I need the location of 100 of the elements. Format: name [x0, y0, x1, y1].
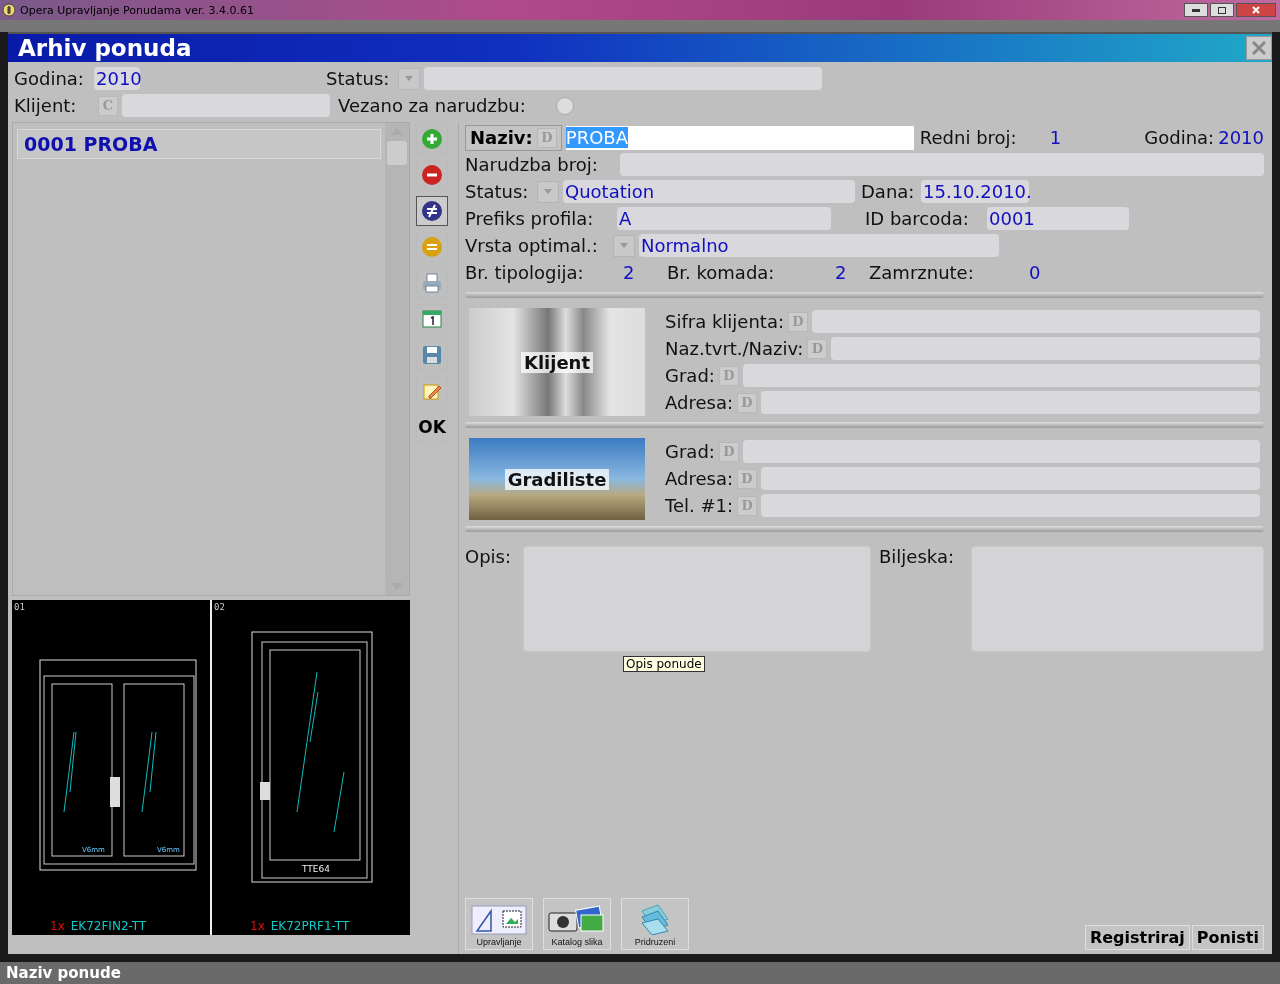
print-button[interactable]	[416, 268, 448, 298]
text-field[interactable]	[742, 440, 1260, 463]
year-label: Godina:	[1144, 127, 1215, 148]
offer-list-item[interactable]: 0001 PROBA	[17, 129, 381, 159]
profile-label: TTE64	[302, 864, 330, 874]
linked-order-label: Vezano za narudzbu:	[338, 95, 526, 116]
remove-button[interactable]	[416, 160, 448, 190]
close-icon	[1252, 6, 1260, 14]
piece-count-value: 2	[835, 262, 848, 283]
barcode-field[interactable]: 0001	[987, 207, 1129, 230]
photo-placeholder[interactable]: Klijent	[469, 308, 645, 416]
attached-button[interactable]: Pridruzeni	[621, 898, 689, 950]
name-label: Naziv:	[470, 127, 533, 148]
optimization-field[interactable]: Normalno	[639, 234, 999, 257]
text-field[interactable]	[761, 494, 1260, 517]
selected-text: PROBA	[565, 127, 628, 148]
preview-number: 01	[13, 601, 26, 612]
maximize-button[interactable]	[1210, 3, 1234, 17]
status-text: Naziv ponude	[6, 964, 121, 982]
year-value: 2010	[1218, 127, 1264, 148]
typology-count-label: Br. tipologija:	[465, 262, 585, 283]
client-field[interactable]	[122, 94, 330, 117]
equal-icon	[421, 236, 443, 258]
text-field[interactable]	[812, 310, 1260, 333]
date-label: Dana:	[861, 181, 916, 202]
field-label: Naz.tvrt./Naziv:	[665, 338, 804, 359]
minimize-icon	[1192, 8, 1200, 12]
field-label: Adresa:	[665, 468, 733, 489]
plus-icon	[421, 128, 443, 150]
product-code: EK72FIN2-TT	[70, 919, 147, 933]
save-button[interactable]	[416, 340, 448, 370]
minus-icon	[421, 164, 443, 186]
order-field[interactable]	[620, 153, 1264, 176]
text-field[interactable]	[742, 364, 1260, 387]
field-label: Grad:	[665, 365, 715, 386]
frozen-value: 0	[1029, 262, 1041, 283]
calendar-icon	[421, 308, 443, 330]
status-label: Status:	[326, 68, 391, 89]
order-number-label: Redni broj:	[919, 127, 1018, 148]
dropdown-button[interactable]	[398, 67, 420, 90]
add-button[interactable]	[416, 124, 448, 154]
catalog-button[interactable]: Katalog slika	[543, 898, 611, 950]
year-field[interactable]: 2010	[94, 67, 140, 90]
ok-button[interactable]: OK	[416, 412, 448, 442]
not-equal-icon	[421, 200, 443, 222]
image-caption: Gradiliste	[504, 468, 610, 490]
barcode-label: ID barcoda:	[865, 208, 970, 229]
preview-number: 02	[213, 601, 226, 612]
text-field[interactable]	[831, 337, 1260, 360]
order-number-value: 1	[1049, 127, 1062, 148]
status-field[interactable]	[424, 67, 822, 90]
date-field[interactable]: 15.10.2010.	[921, 180, 1029, 203]
frozen-label: Zamrznute:	[869, 262, 975, 283]
profile-prefix-field[interactable]: A	[617, 207, 831, 230]
calendar-button[interactable]	[416, 304, 448, 334]
image-caption: Klijent	[520, 351, 594, 373]
documents-icon	[638, 903, 672, 935]
caret-icon	[544, 189, 552, 194]
text-field[interactable]	[761, 467, 1260, 490]
dropdown-button[interactable]	[537, 180, 559, 203]
close-button[interactable]	[1236, 3, 1276, 17]
maximize-icon	[1218, 6, 1226, 14]
status-label: Status:	[465, 181, 530, 202]
quantity-label: 1x	[250, 919, 265, 933]
typology-count-value: 2	[623, 262, 636, 283]
field-label: Grad:	[665, 441, 715, 462]
not-equal-button[interactable]	[416, 196, 448, 226]
save-icon	[421, 344, 443, 366]
linked-order-radio[interactable]	[555, 96, 574, 115]
app-icon	[2, 3, 16, 17]
close-icon	[1252, 41, 1266, 55]
field-label: Sifra klijenta:	[665, 311, 784, 332]
field-label: Tel. #1:	[665, 495, 734, 516]
field-label: Adresa:	[665, 392, 733, 413]
text-field[interactable]	[761, 391, 1260, 414]
minimize-button[interactable]	[1184, 3, 1208, 17]
app-title: Opera Upravljanje Ponudama ver. 3.4.0.61	[20, 3, 254, 17]
photo-placeholder[interactable]: Gradiliste	[469, 438, 645, 520]
tooltip: Opis ponude	[623, 656, 705, 672]
description-label: Opis:	[465, 546, 513, 567]
manage-button[interactable]: Upravljanje	[465, 898, 533, 950]
year-label: Godina:	[14, 68, 85, 89]
caret-icon	[405, 76, 413, 81]
client-label: Klijent:	[14, 95, 78, 116]
dropdown-button[interactable]	[613, 234, 635, 257]
ruler-picture-icon	[471, 905, 527, 935]
equal-button[interactable]	[416, 232, 448, 262]
camera-photos-icon	[547, 905, 607, 935]
product-code: EK72PRF1-TT	[270, 919, 350, 933]
edit-button[interactable]	[416, 376, 448, 406]
optimization-label: Vrsta optimal.:	[465, 235, 599, 256]
quantity-label: 1x	[50, 919, 65, 933]
dialog-title: Arhiv ponuda	[18, 35, 192, 61]
action-button[interactable]: Ponisti	[1191, 925, 1264, 950]
status-field[interactable]: Quotation	[563, 180, 855, 203]
note-label: Biljeska:	[879, 546, 955, 567]
order-label: Narudzba broj:	[465, 154, 599, 175]
action-button[interactable]: Registriraj	[1084, 925, 1190, 950]
print-icon	[421, 272, 443, 294]
piece-count-label: Br. komada:	[667, 262, 776, 283]
